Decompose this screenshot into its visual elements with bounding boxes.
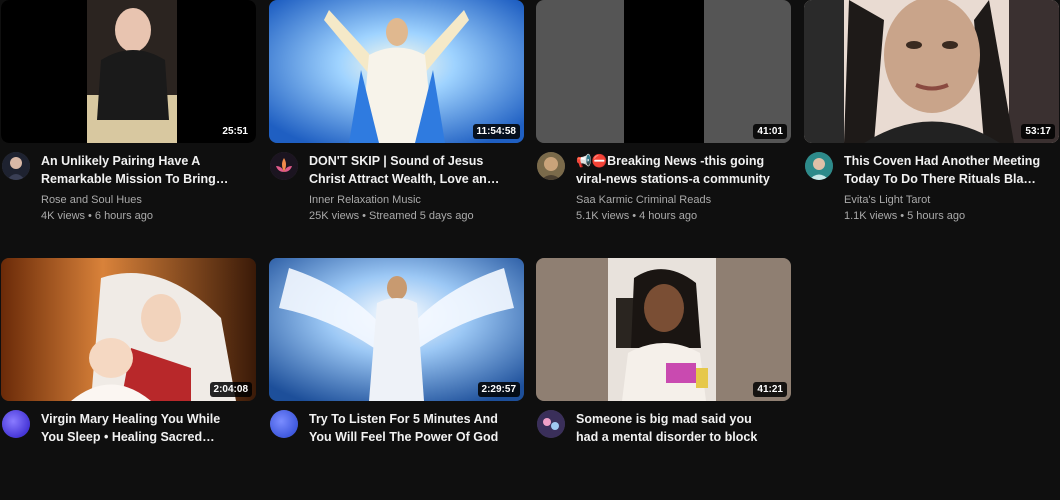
channel-avatar[interactable] (270, 152, 298, 180)
video-card[interactable]: 2:29:57 Try To Listen For 5 Minutes And … (269, 258, 524, 500)
upload-age: 5 hours ago (907, 210, 966, 222)
video-stats: 1.1K views • 5 hours ago (844, 208, 1059, 224)
video-thumbnail[interactable]: 25:51 (1, 0, 256, 143)
video-card[interactable]: 25:51 An Unlikely Pairing Have A Remarka… (1, 0, 256, 242)
channel-avatar[interactable] (537, 410, 565, 438)
view-count: 4K views (41, 210, 86, 222)
duration-badge: 2:29:57 (477, 382, 520, 397)
upload-age: 4 hours ago (639, 210, 698, 222)
dot-separator: • (362, 210, 366, 222)
view-count: 5.1K views (576, 210, 630, 222)
video-thumbnail[interactable]: 2:29:57 (269, 258, 524, 401)
video-title[interactable]: 📢⛔Breaking News -this going viral-news s… (576, 152, 791, 188)
upload-age: Streamed 5 days ago (369, 210, 474, 222)
video-stats: 4K views • 6 hours ago (41, 208, 256, 224)
channel-avatar[interactable] (2, 410, 30, 438)
duration-badge: 11:54:58 (472, 124, 520, 139)
video-title[interactable]: This Coven Had Another Meeting Today To … (844, 152, 1059, 188)
channel-name[interactable]: Saa Karmic Criminal Reads (576, 192, 791, 208)
video-thumbnail[interactable]: 11:54:58 (269, 0, 524, 143)
video-card[interactable]: 53:17 This Coven Had Another Meeting Tod… (804, 0, 1059, 242)
video-thumbnail[interactable]: 53:17 (804, 0, 1059, 143)
duration-badge: 41:21 (753, 382, 787, 397)
video-title[interactable]: Try To Listen For 5 Minutes And You Will… (309, 410, 524, 446)
video-title[interactable]: Someone is big mad said you had a mental… (576, 410, 791, 446)
video-card[interactable]: 41:01 📢⛔Breaking News -this going viral-… (536, 0, 791, 242)
channel-avatar[interactable] (2, 152, 30, 180)
dot-separator: • (900, 210, 905, 222)
video-thumbnail[interactable]: 41:01 (536, 0, 791, 143)
video-card[interactable]: 2:04:08 Virgin Mary Healing You While Yo… (1, 258, 256, 500)
channel-avatar[interactable] (537, 152, 565, 180)
video-title[interactable]: Virgin Mary Healing You While You Sleep … (41, 410, 256, 446)
video-thumbnail[interactable]: 2:04:08 (1, 258, 256, 401)
channel-name[interactable]: Inner Relaxation Music (309, 192, 524, 208)
dot-separator: • (632, 210, 637, 222)
duration-badge: 41:01 (753, 124, 787, 139)
video-card[interactable]: 41:21 Someone is big mad said you had a … (536, 258, 791, 500)
video-thumbnail[interactable]: 41:21 (536, 258, 791, 401)
dot-separator: • (88, 210, 92, 222)
channel-avatar[interactable] (270, 410, 298, 438)
video-title[interactable]: DON'T SKIP | Sound of Jesus Christ Attra… (309, 152, 524, 188)
duration-badge: 25:51 (218, 124, 252, 139)
video-title[interactable]: An Unlikely Pairing Have A Remarkable Mi… (41, 152, 256, 188)
view-count: 1.1K views (844, 210, 898, 222)
channel-name[interactable]: Evita's Light Tarot (844, 192, 1059, 208)
channel-name[interactable]: Rose and Soul Hues (41, 192, 256, 208)
video-stats: 5.1K views • 4 hours ago (576, 208, 791, 224)
view-count: 25K views (309, 210, 360, 222)
video-card[interactable]: 11:54:58 DON'T SKIP | Sound of Jesus Chr… (269, 0, 524, 242)
duration-badge: 2:04:08 (209, 382, 252, 397)
upload-age: 6 hours ago (94, 210, 153, 222)
duration-badge: 53:17 (1021, 124, 1055, 139)
video-stats: 25K views • Streamed 5 days ago (309, 208, 524, 224)
channel-avatar[interactable] (805, 152, 833, 180)
